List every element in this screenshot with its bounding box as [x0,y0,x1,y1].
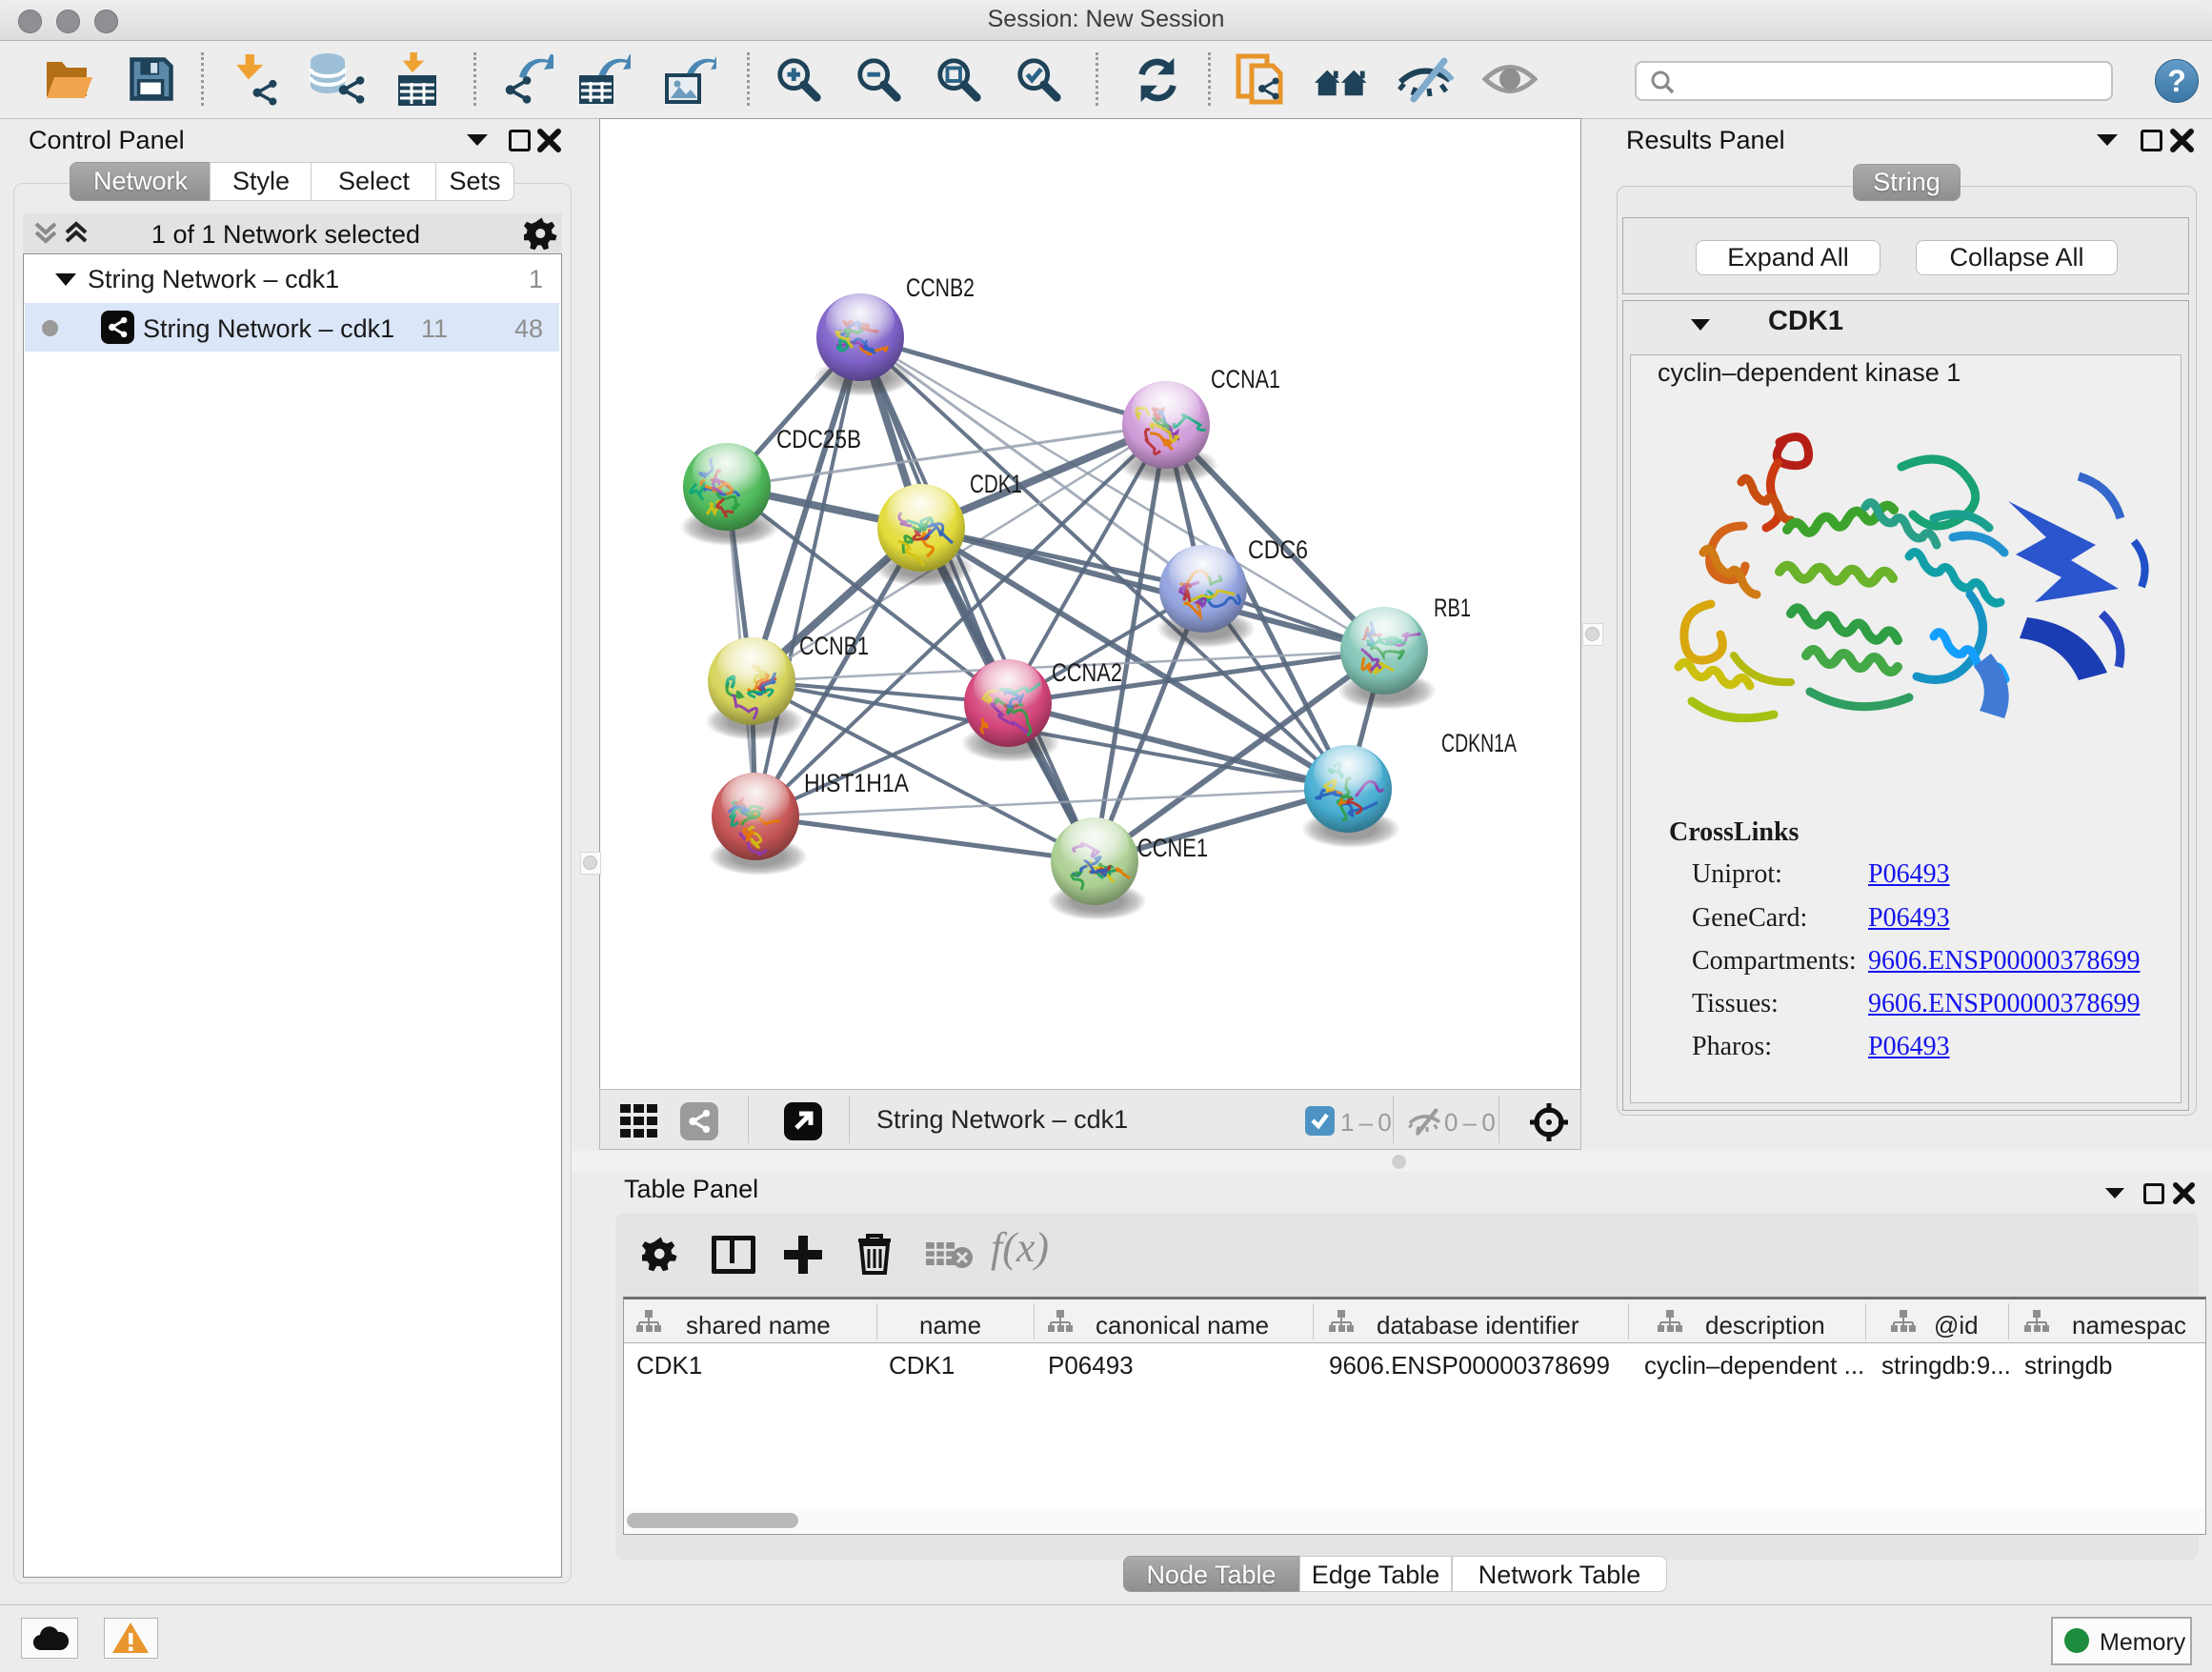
svg-text:CDKN1A: CDKN1A [1441,729,1517,757]
svg-text:HIST1H1A: HIST1H1A [804,769,909,797]
svg-text:CCNB1: CCNB1 [799,632,869,660]
svg-text:CCNB2: CCNB2 [906,273,975,302]
svg-text:RB1: RB1 [1434,594,1471,622]
svg-text:CDK1: CDK1 [970,470,1022,498]
svg-text:CCNE1: CCNE1 [1137,834,1208,862]
svg-text:CCNA1: CCNA1 [1211,365,1280,393]
svg-text:CDC6: CDC6 [1248,535,1308,564]
svg-text:CCNA2: CCNA2 [1052,658,1122,687]
svg-text:CDC25B: CDC25B [776,425,861,453]
